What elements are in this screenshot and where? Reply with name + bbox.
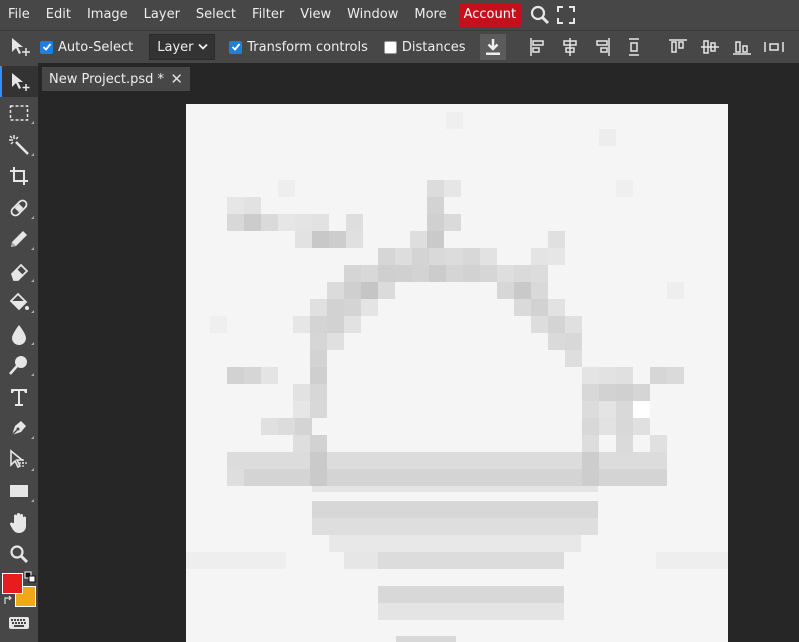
menu-edit[interactable]: Edit	[38, 0, 79, 30]
fullscreen-icon[interactable]	[553, 0, 579, 30]
foreground-color-swatch[interactable]	[2, 573, 23, 594]
align-middle-button[interactable]	[694, 31, 726, 64]
crop-tool[interactable]	[0, 160, 38, 191]
document-tab-title: New Project.psd *	[49, 71, 165, 87]
document-canvas[interactable]	[186, 104, 728, 642]
pixelated-image	[186, 104, 728, 642]
align-middle-icon	[700, 40, 719, 54]
layer-select[interactable]: Layer	[149, 34, 216, 60]
menu-select[interactable]: Select	[188, 0, 244, 30]
align-left-icon	[529, 38, 544, 56]
path-select-icon	[10, 448, 27, 468]
transform-controls-label: Transform controls	[247, 39, 368, 55]
eraser-tool[interactable]	[0, 255, 38, 286]
distances-label: Distances	[401, 39, 466, 55]
drop-icon	[12, 324, 26, 345]
close-icon[interactable]: ✕	[170, 70, 183, 88]
distribute-horizontal-button[interactable]	[758, 31, 790, 64]
menu-filter[interactable]: Filter	[244, 0, 292, 30]
rectangle-icon	[10, 484, 28, 497]
distribute-horizontal-icon	[763, 42, 784, 52]
align-left-button[interactable]	[522, 31, 554, 64]
keyboard-icon[interactable]	[8, 615, 30, 631]
search-icon[interactable]	[527, 0, 553, 30]
menu-layer[interactable]: Layer	[136, 0, 188, 30]
options-bar: Auto-Select Layer Transform controls Dis…	[0, 30, 799, 63]
default-colors-icon[interactable]	[24, 571, 36, 583]
brush-tool[interactable]	[0, 223, 38, 254]
path-select-tool[interactable]	[0, 444, 38, 475]
distances-checkbox[interactable]: Distances	[383, 39, 466, 55]
pen-icon	[9, 420, 26, 438]
unchecked-box-icon	[383, 40, 397, 54]
distribute-vertical-button[interactable]	[618, 31, 650, 64]
zoom-icon	[10, 544, 29, 563]
align-center-horizontal-icon	[562, 38, 577, 56]
download-button[interactable]	[479, 34, 506, 60]
menu-more[interactable]: More	[406, 0, 454, 30]
menu-window[interactable]: Window	[339, 0, 406, 30]
transform-controls-checkbox[interactable]: Transform controls	[229, 40, 368, 55]
eraser-icon	[10, 263, 29, 281]
move-tool[interactable]	[0, 66, 38, 97]
menu-image[interactable]: Image	[79, 0, 136, 30]
align-bottom-icon	[732, 41, 751, 55]
align-right-button[interactable]	[586, 31, 618, 64]
zoom-tool[interactable]	[0, 538, 38, 569]
check-icon	[229, 40, 243, 54]
dodge-tool[interactable]	[0, 349, 38, 380]
magic-wand-tool[interactable]	[0, 129, 38, 160]
swap-colors-icon[interactable]	[3, 595, 14, 606]
download-icon	[485, 39, 500, 55]
paint-bucket-tool[interactable]	[0, 286, 38, 317]
align-top-icon	[668, 39, 687, 53]
pen-tool[interactable]	[0, 412, 38, 443]
menu-view[interactable]: View	[292, 0, 339, 30]
auto-select-checkbox[interactable]: Auto-Select	[40, 40, 133, 55]
align-bottom-button[interactable]	[726, 31, 758, 64]
auto-select-label: Auto-Select	[58, 39, 134, 55]
menu-file[interactable]: File	[0, 0, 38, 30]
rectangle-tool[interactable]	[0, 475, 38, 506]
crop-icon	[10, 166, 28, 185]
menu-bar: File Edit Image Layer Select Filter View…	[0, 0, 799, 30]
align-top-button[interactable]	[662, 31, 694, 64]
healing-tool[interactable]	[0, 192, 38, 223]
align-right-icon	[595, 38, 610, 56]
type-tool[interactable]	[0, 381, 38, 412]
color-swatches	[2, 571, 38, 607]
move-tool-icon	[12, 72, 30, 91]
check-icon	[40, 40, 53, 54]
hand-tool[interactable]	[0, 507, 38, 538]
bandage-icon	[10, 199, 28, 216]
magic-wand-icon	[9, 134, 29, 155]
marquee-icon	[9, 104, 29, 121]
account-button[interactable]: Account	[458, 3, 522, 27]
align-center-h-button[interactable]	[554, 31, 586, 64]
type-icon	[11, 388, 27, 406]
document-tab[interactable]: New Project.psd * ✕	[42, 67, 190, 91]
pencil-icon	[11, 230, 27, 247]
hand-icon	[9, 512, 27, 533]
dodge-icon	[9, 355, 27, 375]
move-tool-icon	[0, 31, 40, 64]
layer-select-value: Layer	[157, 39, 194, 55]
paint-bucket-icon	[9, 292, 29, 310]
chevron-down-icon	[198, 43, 208, 51]
blur-tool[interactable]	[0, 318, 38, 349]
distribute-vertical-icon	[628, 38, 639, 56]
marquee-tool[interactable]	[0, 97, 38, 128]
tool-panel	[0, 63, 38, 642]
